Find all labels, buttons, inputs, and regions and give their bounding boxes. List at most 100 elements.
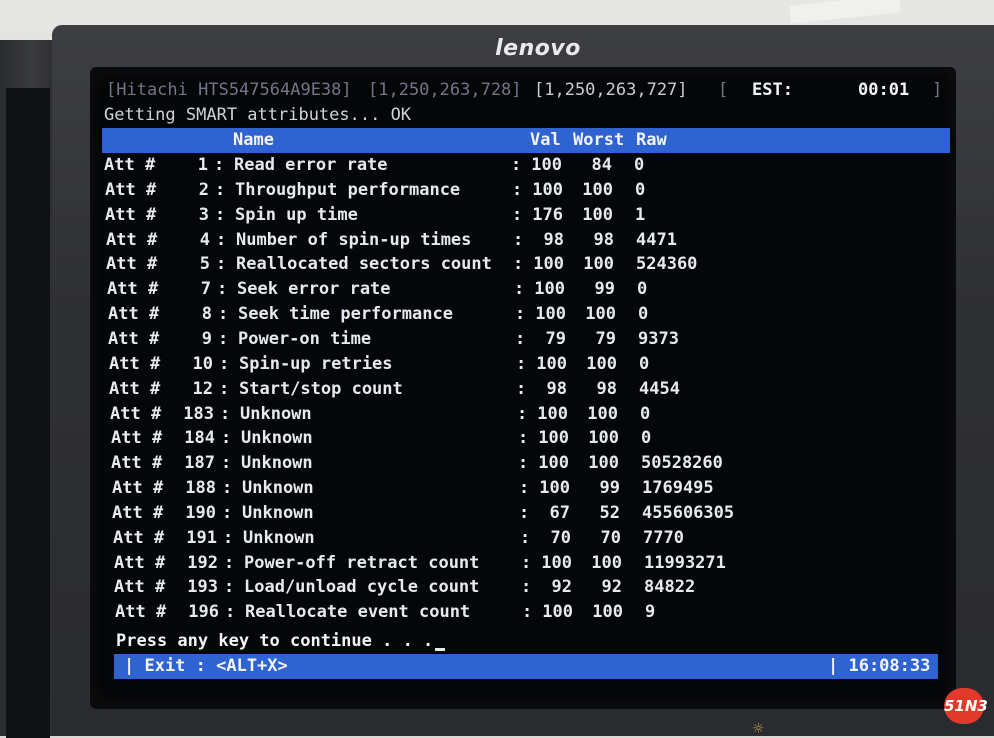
est-label: EST: <box>752 80 793 100</box>
attr-id: 1 <box>197 155 208 175</box>
attr-raw: 9 <box>645 602 656 622</box>
attr-id: 193 <box>187 577 218 597</box>
attr-worst: 100 <box>583 254 614 274</box>
attr-raw: 4471 <box>636 230 677 250</box>
attr-prefix: Att # <box>114 553 166 573</box>
attr-name: Read error rate <box>234 155 388 175</box>
attr-id: 196 <box>188 602 219 622</box>
attr-id: 12 <box>192 379 213 399</box>
attr-prefix: Att # <box>106 254 158 274</box>
attr-separator: : <box>218 304 229 324</box>
attr-name: Power-on time <box>238 329 372 349</box>
attr-name: Seek error rate <box>237 279 391 299</box>
left-monitor-screen <box>6 88 50 738</box>
attr-raw: 9373 <box>638 329 679 349</box>
left-monitor-edge <box>0 40 58 738</box>
attr-name: Spin-up retries <box>239 354 393 374</box>
attr-id: 4 <box>199 230 210 250</box>
attr-separator: : <box>519 478 530 498</box>
attr-val: 67 <box>549 503 570 523</box>
attr-separator: : <box>515 329 526 349</box>
attr-separator: : <box>514 279 525 299</box>
attr-worst: 84 <box>591 155 612 175</box>
attr-id: 187 <box>184 453 215 473</box>
attr-id: 7 <box>200 279 211 299</box>
attr-separator: : <box>215 180 226 200</box>
attr-id: 10 <box>192 354 213 374</box>
attr-raw: 0 <box>635 180 646 200</box>
attr-worst: 100 <box>592 602 623 622</box>
attr-id: 3 <box>198 205 209 225</box>
attr-raw: 524360 <box>636 254 698 274</box>
attr-id: 183 <box>183 404 214 424</box>
attr-raw: 455606305 <box>642 503 735 523</box>
attr-raw: 4454 <box>639 379 680 399</box>
attr-separator: : <box>512 180 523 200</box>
attr-separator: : <box>511 155 522 175</box>
attr-worst: 79 <box>595 329 616 349</box>
attr-name: Number of spin-up times <box>236 230 472 250</box>
attr-val: 100 <box>535 304 566 324</box>
attr-worst: 92 <box>601 577 622 597</box>
continue-prompt-text: Press any key to continue . . . <box>116 631 434 651</box>
text-cursor <box>435 648 446 651</box>
attr-worst: 100 <box>582 205 613 225</box>
attr-separator: : <box>521 577 532 597</box>
table-header-bar <box>102 128 950 153</box>
watermark-badge: 51N3 <box>944 688 988 724</box>
attr-separator: : <box>222 478 233 498</box>
attr-prefix: Att # <box>111 453 163 473</box>
attr-prefix: Att # <box>107 279 159 299</box>
attr-val: 100 <box>537 404 568 424</box>
attr-id: 192 <box>187 553 218 573</box>
attr-raw: 50528260 <box>641 453 723 473</box>
attr-raw: 84822 <box>644 577 696 597</box>
lba-range-start: [1,250,263,728] <box>368 80 522 100</box>
attr-id: 2 <box>198 180 209 200</box>
attr-val: 100 <box>532 180 563 200</box>
attr-val: 100 <box>531 155 562 175</box>
attr-name: Unknown <box>242 503 314 523</box>
continue-prompt: Press any key to continue . . . <box>116 631 446 651</box>
attr-id: 191 <box>186 528 217 548</box>
attr-separator: : <box>219 379 230 399</box>
attr-prefix: Att # <box>112 503 164 523</box>
attr-prefix: Att # <box>110 404 162 424</box>
status-message: Getting SMART attributes... OK <box>104 105 412 125</box>
attr-separator: : <box>222 503 233 523</box>
exit-shortcut[interactable]: | Exit : <ALT+X> <box>124 656 288 676</box>
attr-separator: : <box>215 205 226 225</box>
attr-raw: 0 <box>637 279 648 299</box>
attr-separator: : <box>216 230 227 250</box>
header-worst: Worst <box>573 130 625 150</box>
header-val: Val <box>530 130 561 150</box>
attr-separator: : <box>221 428 232 448</box>
attr-separator: : <box>220 404 231 424</box>
device-name: [Hitachi HTS547564A9E38] <box>106 80 352 100</box>
attr-prefix: Att # <box>108 304 160 324</box>
attr-name: Load/unload cycle count <box>244 577 480 597</box>
attr-separator: : <box>521 553 532 573</box>
attr-separator: : <box>216 254 227 274</box>
attr-raw: 11993271 <box>644 553 726 573</box>
attr-prefix: Att # <box>111 428 163 448</box>
attr-prefix: Att # <box>104 155 156 175</box>
attr-val: 100 <box>533 254 564 274</box>
attr-separator: : <box>522 602 533 622</box>
attr-worst: 100 <box>585 304 616 324</box>
attr-separator: : <box>520 528 531 548</box>
attr-separator: : <box>214 155 225 175</box>
attr-separator: : <box>518 453 529 473</box>
attr-separator: : <box>219 354 230 374</box>
attr-worst: 100 <box>587 404 618 424</box>
attr-name: Unknown <box>243 528 315 548</box>
attr-prefix: Att # <box>113 528 165 548</box>
footer-clock: | 16:08:33 <box>828 656 931 676</box>
attr-id: 5 <box>199 254 210 274</box>
attr-val: 70 <box>550 528 571 548</box>
attr-separator: : <box>518 428 529 448</box>
attr-val: 100 <box>536 354 567 374</box>
header-name: Name <box>233 130 274 150</box>
attr-separator: : <box>516 354 527 374</box>
attr-id: 9 <box>201 329 212 349</box>
